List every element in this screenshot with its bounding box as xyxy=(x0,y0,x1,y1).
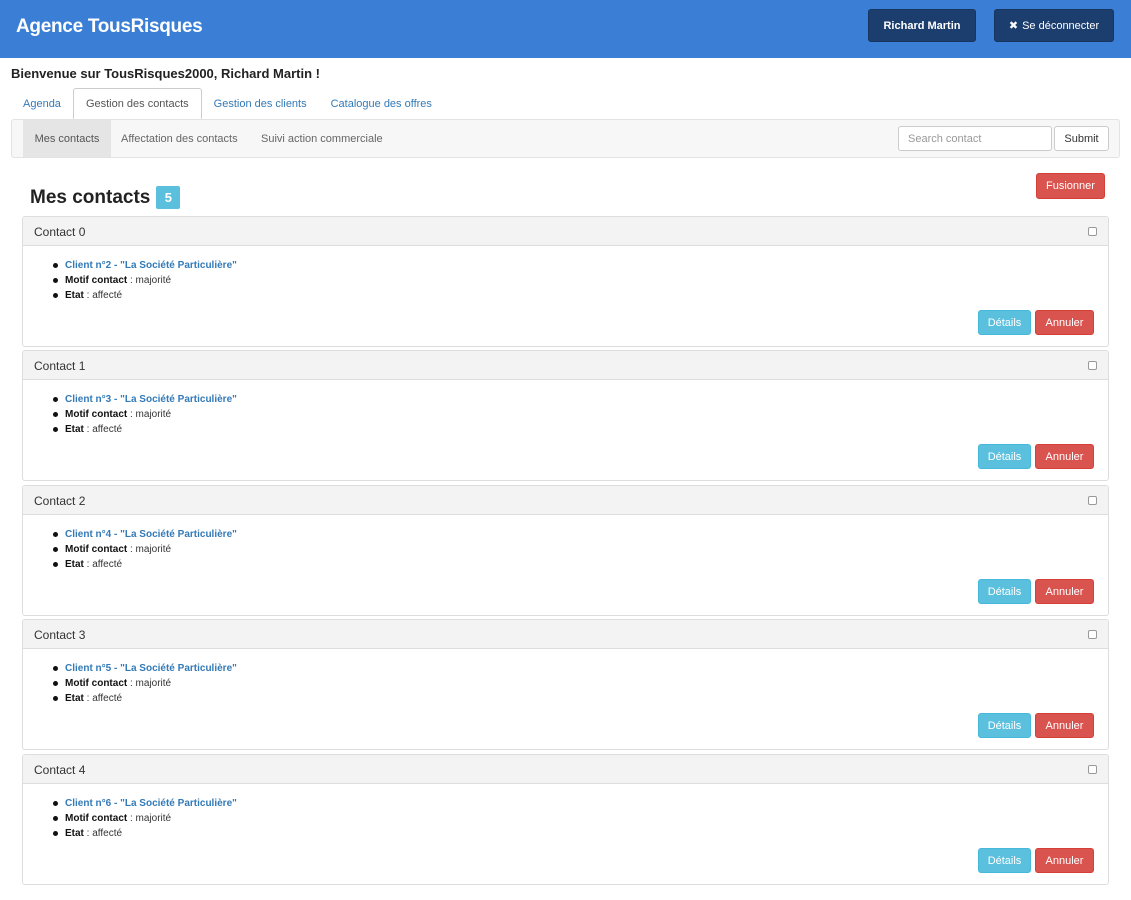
etat-value: : affecté xyxy=(83,424,123,435)
card-title: Contact 3 xyxy=(34,628,86,642)
list-item: Motif contact : majorité xyxy=(53,676,237,691)
cancel-button[interactable]: Annuler xyxy=(1035,848,1094,873)
subnav-suivi-action-commerciale[interactable]: Suivi action commerciale xyxy=(261,120,383,157)
card-title: Contact 4 xyxy=(34,763,86,777)
list-item: Etat : affecté xyxy=(53,557,237,572)
list-item: Client n°4 - "La Société Particulière" xyxy=(53,527,237,542)
motif-label: Motif contact xyxy=(65,544,128,555)
client-link[interactable]: Client n°2 - "La Société Particulière" xyxy=(65,260,237,271)
etat-label: Etat xyxy=(65,828,84,839)
tab-agenda[interactable]: Agenda xyxy=(11,88,73,119)
main-tabs: Agenda Gestion des contacts Gestion des … xyxy=(11,88,444,119)
list-item: Etat : affecté xyxy=(53,422,237,437)
select-checkbox[interactable] xyxy=(1088,227,1097,236)
select-checkbox[interactable] xyxy=(1088,496,1097,505)
card-header: Contact 3 xyxy=(23,620,1108,649)
list-item: Client n°5 - "La Société Particulière" xyxy=(53,661,237,676)
tab-gestion-clients[interactable]: Gestion des clients xyxy=(202,88,319,119)
client-link[interactable]: Client n°5 - "La Société Particulière" xyxy=(65,663,237,674)
page-title: Mes contacts 5 xyxy=(30,186,181,209)
top-navbar: Agence TousRisques Richard Martin ✖ Se d… xyxy=(0,0,1131,58)
contact-details-list: Client n°2 - "La Société Particulière" M… xyxy=(53,258,237,303)
submit-button[interactable]: Submit xyxy=(1054,126,1109,151)
etat-label: Etat xyxy=(65,424,84,435)
card-title: Contact 1 xyxy=(34,359,86,373)
count-badge: 5 xyxy=(156,186,181,209)
etat-value: : affecté xyxy=(83,290,123,301)
list-item: Etat : affecté xyxy=(53,691,237,706)
list-item: Motif contact : majorité xyxy=(53,811,237,826)
card-title: Contact 0 xyxy=(34,225,86,239)
client-link[interactable]: Client n°4 - "La Société Particulière" xyxy=(65,529,237,540)
list-item: Client n°3 - "La Société Particulière" xyxy=(53,392,237,407)
brand-logo[interactable]: Agence TousRisques xyxy=(16,16,203,38)
etat-label: Etat xyxy=(65,693,84,704)
motif-value: : majorité xyxy=(127,678,172,689)
search-input[interactable] xyxy=(898,126,1052,151)
user-button[interactable]: Richard Martin xyxy=(868,9,976,42)
details-button[interactable]: Détails xyxy=(978,848,1031,873)
tab-catalogue-offres[interactable]: Catalogue des offres xyxy=(319,88,444,119)
motif-value: : majorité xyxy=(127,544,172,555)
cancel-button[interactable]: Annuler xyxy=(1035,579,1094,604)
contact-details-list: Client n°4 - "La Société Particulière" M… xyxy=(53,527,237,572)
motif-label: Motif contact xyxy=(65,678,128,689)
contact-details-list: Client n°3 - "La Société Particulière" M… xyxy=(53,392,237,437)
tab-gestion-contacts[interactable]: Gestion des contacts xyxy=(72,88,202,119)
card-title: Contact 2 xyxy=(34,494,86,508)
etat-value: : affecté xyxy=(83,559,123,570)
contact-card: Contact 2 Client n°4 - "La Société Parti… xyxy=(22,485,1109,616)
motif-label: Motif contact xyxy=(65,275,128,286)
page-title-text: Mes contacts xyxy=(30,186,151,208)
list-item: Client n°6 - "La Société Particulière" xyxy=(53,796,237,811)
merge-button[interactable]: Fusionner xyxy=(1036,173,1105,199)
select-checkbox[interactable] xyxy=(1088,765,1097,774)
cancel-button[interactable]: Annuler xyxy=(1035,713,1094,738)
contact-card: Contact 1 Client n°3 - "La Société Parti… xyxy=(22,350,1109,481)
motif-label: Motif contact xyxy=(65,409,128,420)
list-item: Motif contact : majorité xyxy=(53,273,237,288)
contact-card: Contact 3 Client n°5 - "La Société Parti… xyxy=(22,619,1109,750)
contact-details-list: Client n°6 - "La Société Particulière" M… xyxy=(53,796,237,841)
etat-label: Etat xyxy=(65,559,84,570)
select-checkbox[interactable] xyxy=(1088,630,1097,639)
select-checkbox[interactable] xyxy=(1088,361,1097,370)
cancel-button[interactable]: Annuler xyxy=(1035,444,1094,469)
list-item: Etat : affecté xyxy=(53,288,237,303)
subnav-affectation-contacts[interactable]: Affectation des contacts xyxy=(121,120,238,157)
etat-label: Etat xyxy=(65,290,84,301)
etat-value: : affecté xyxy=(83,828,123,839)
logout-label: Se déconnecter xyxy=(1022,19,1100,32)
details-button[interactable]: Détails xyxy=(978,579,1031,604)
subnav-mes-contacts[interactable]: Mes contacts xyxy=(23,120,111,157)
details-button[interactable]: Détails xyxy=(978,310,1031,335)
cancel-button[interactable]: Annuler xyxy=(1035,310,1094,335)
contact-card: Contact 0 Client n°2 - "La Société Parti… xyxy=(22,216,1109,347)
welcome-message: Bienvenue sur TousRisques2000, Richard M… xyxy=(11,66,320,81)
logout-button[interactable]: ✖ Se déconnecter xyxy=(994,9,1114,42)
card-header: Contact 4 xyxy=(23,755,1108,784)
motif-value: : majorité xyxy=(127,409,172,420)
contact-details-list: Client n°5 - "La Société Particulière" M… xyxy=(53,661,237,706)
list-item: Client n°2 - "La Société Particulière" xyxy=(53,258,237,273)
details-button[interactable]: Détails xyxy=(978,444,1031,469)
etat-value: : affecté xyxy=(83,693,123,704)
card-header: Contact 1 xyxy=(23,351,1108,380)
card-header: Contact 0 xyxy=(23,217,1108,246)
list-item: Motif contact : majorité xyxy=(53,407,237,422)
client-link[interactable]: Client n°6 - "La Société Particulière" xyxy=(65,798,237,809)
client-link[interactable]: Client n°3 - "La Société Particulière" xyxy=(65,394,237,405)
sub-navbar: Mes contacts Affectation des contacts Su… xyxy=(11,119,1120,158)
motif-value: : majorité xyxy=(127,275,172,286)
close-icon: ✖ xyxy=(1008,20,1019,32)
list-item: Etat : affecté xyxy=(53,826,237,841)
card-header: Contact 2 xyxy=(23,486,1108,515)
motif-label: Motif contact xyxy=(65,813,128,824)
contact-card: Contact 4 Client n°6 - "La Société Parti… xyxy=(22,754,1109,885)
details-button[interactable]: Détails xyxy=(978,713,1031,738)
list-item: Motif contact : majorité xyxy=(53,542,237,557)
motif-value: : majorité xyxy=(127,813,172,824)
